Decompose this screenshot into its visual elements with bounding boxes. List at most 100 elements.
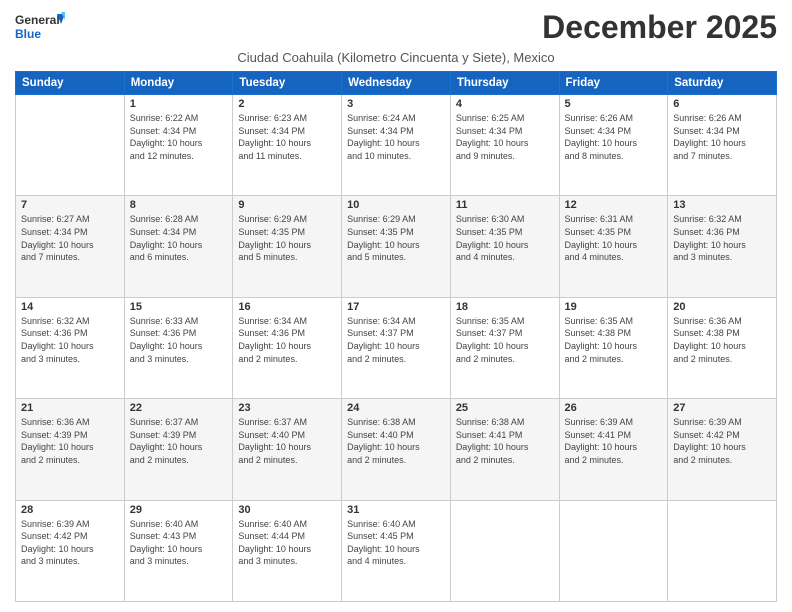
day-number: 12 [565,199,663,211]
cell-5-2: 29 Sunrise: 6:40 AM Sunset: 4:43 PM Dayli… [124,500,233,601]
day-info: Sunrise: 6:37 AM Sunset: 4:40 PM Dayligh… [238,416,336,466]
day-number: 20 [673,301,771,313]
svg-text:General: General [15,13,60,27]
cell-4-5: 25 Sunrise: 6:38 AM Sunset: 4:41 PM Dayli… [450,399,559,500]
header-tuesday: Tuesday [233,72,342,95]
day-info: Sunrise: 6:35 AM Sunset: 4:37 PM Dayligh… [456,315,554,365]
cell-4-1: 21 Sunrise: 6:36 AM Sunset: 4:39 PM Dayli… [16,399,125,500]
cell-1-6: 5Sunrise: 6:26 AM Sunset: 4:34 PM Daylig… [559,95,668,196]
header: General Blue December 2025 [15,10,777,46]
day-info: Sunrise: 6:37 AM Sunset: 4:39 PM Dayligh… [130,416,228,466]
day-info: Sunrise: 6:40 AM Sunset: 4:45 PM Dayligh… [347,518,445,568]
day-info: Sunrise: 6:34 AM Sunset: 4:37 PM Dayligh… [347,315,445,365]
day-number: 2 [238,98,336,110]
cell-2-7: 13Sunrise: 6:32 AM Sunset: 4:36 PM Dayli… [668,196,777,297]
day-info: Sunrise: 6:23 AM Sunset: 4:34 PM Dayligh… [238,112,336,162]
cell-4-7: 27 Sunrise: 6:39 AM Sunset: 4:42 PM Dayli… [668,399,777,500]
day-info: Sunrise: 6:31 AM Sunset: 4:35 PM Dayligh… [565,213,663,263]
day-number: 5 [565,98,663,110]
week-row-4: 21 Sunrise: 6:36 AM Sunset: 4:39 PM Dayli… [16,399,777,500]
svg-text:Blue: Blue [15,27,41,41]
logo-svg: General Blue [15,10,65,46]
day-number: 28 [21,504,119,516]
day-number: 18 [456,301,554,313]
day-info: Sunrise: 6:22 AM Sunset: 4:34 PM Dayligh… [130,112,228,162]
calendar-header-row: SundayMondayTuesdayWednesdayThursdayFrid… [16,72,777,95]
day-number: 7 [21,199,119,211]
cell-4-6: 26 Sunrise: 6:39 AM Sunset: 4:41 PM Dayli… [559,399,668,500]
cell-2-2: 8 Sunrise: 6:28 AM Sunset: 4:34 PM Daylig… [124,196,233,297]
day-info: Sunrise: 6:29 AM Sunset: 4:35 PM Dayligh… [238,213,336,263]
week-row-2: 7 Sunrise: 6:27 AM Sunset: 4:34 PM Daylig… [16,196,777,297]
cell-5-5 [450,500,559,601]
day-info: Sunrise: 6:38 AM Sunset: 4:40 PM Dayligh… [347,416,445,466]
calendar-table: SundayMondayTuesdayWednesdayThursdayFrid… [15,71,777,602]
day-number: 23 [238,402,336,414]
cell-2-1: 7 Sunrise: 6:27 AM Sunset: 4:34 PM Daylig… [16,196,125,297]
cell-3-4: 17 Sunrise: 6:34 AM Sunset: 4:37 PM Dayli… [342,297,451,398]
cell-2-4: 10Sunrise: 6:29 AM Sunset: 4:35 PM Dayli… [342,196,451,297]
cell-3-6: 19Sunrise: 6:35 AM Sunset: 4:38 PM Dayli… [559,297,668,398]
day-number: 14 [21,301,119,313]
day-number: 1 [130,98,228,110]
cell-4-4: 24 Sunrise: 6:38 AM Sunset: 4:40 PM Dayli… [342,399,451,500]
header-sunday: Sunday [16,72,125,95]
cell-1-5: 4 Sunrise: 6:25 AM Sunset: 4:34 PM Daylig… [450,95,559,196]
day-number: 3 [347,98,445,110]
header-thursday: Thursday [450,72,559,95]
day-info: Sunrise: 6:24 AM Sunset: 4:34 PM Dayligh… [347,112,445,162]
day-number: 31 [347,504,445,516]
day-info: Sunrise: 6:39 AM Sunset: 4:41 PM Dayligh… [565,416,663,466]
day-number: 11 [456,199,554,211]
page: General Blue December 2025 Ciudad Coahui… [0,0,792,612]
cell-1-1 [16,95,125,196]
day-info: Sunrise: 6:28 AM Sunset: 4:34 PM Dayligh… [130,213,228,263]
day-info: Sunrise: 6:38 AM Sunset: 4:41 PM Dayligh… [456,416,554,466]
header-monday: Monday [124,72,233,95]
cell-4-3: 23 Sunrise: 6:37 AM Sunset: 4:40 PM Dayli… [233,399,342,500]
cell-3-2: 15 Sunrise: 6:33 AM Sunset: 4:36 PM Dayli… [124,297,233,398]
subtitle: Ciudad Coahuila (Kilometro Cincuenta y S… [15,50,777,65]
day-info: Sunrise: 6:39 AM Sunset: 4:42 PM Dayligh… [673,416,771,466]
day-info: Sunrise: 6:25 AM Sunset: 4:34 PM Dayligh… [456,112,554,162]
week-row-3: 14Sunrise: 6:32 AM Sunset: 4:36 PM Dayli… [16,297,777,398]
day-number: 19 [565,301,663,313]
day-number: 8 [130,199,228,211]
day-info: Sunrise: 6:30 AM Sunset: 4:35 PM Dayligh… [456,213,554,263]
day-number: 27 [673,402,771,414]
header-saturday: Saturday [668,72,777,95]
day-info: Sunrise: 6:33 AM Sunset: 4:36 PM Dayligh… [130,315,228,365]
day-info: Sunrise: 6:27 AM Sunset: 4:34 PM Dayligh… [21,213,119,263]
logo: General Blue [15,10,65,46]
day-number: 30 [238,504,336,516]
cell-1-2: 1 Sunrise: 6:22 AM Sunset: 4:34 PM Daylig… [124,95,233,196]
cell-5-1: 28Sunrise: 6:39 AM Sunset: 4:42 PM Dayli… [16,500,125,601]
day-info: Sunrise: 6:40 AM Sunset: 4:43 PM Dayligh… [130,518,228,568]
month-title: December 2025 [542,10,777,45]
cell-2-3: 9 Sunrise: 6:29 AM Sunset: 4:35 PM Daylig… [233,196,342,297]
day-number: 26 [565,402,663,414]
header-wednesday: Wednesday [342,72,451,95]
day-info: Sunrise: 6:34 AM Sunset: 4:36 PM Dayligh… [238,315,336,365]
cell-5-7 [668,500,777,601]
cell-1-3: 2 Sunrise: 6:23 AM Sunset: 4:34 PM Daylig… [233,95,342,196]
day-number: 9 [238,199,336,211]
cell-1-7: 6Sunrise: 6:26 AM Sunset: 4:34 PM Daylig… [668,95,777,196]
cell-3-5: 18 Sunrise: 6:35 AM Sunset: 4:37 PM Dayli… [450,297,559,398]
cell-5-4: 31 Sunrise: 6:40 AM Sunset: 4:45 PM Dayli… [342,500,451,601]
day-number: 17 [347,301,445,313]
day-number: 24 [347,402,445,414]
cell-2-5: 11 Sunrise: 6:30 AM Sunset: 4:35 PM Dayli… [450,196,559,297]
day-number: 22 [130,402,228,414]
cell-3-1: 14Sunrise: 6:32 AM Sunset: 4:36 PM Dayli… [16,297,125,398]
day-info: Sunrise: 6:32 AM Sunset: 4:36 PM Dayligh… [673,213,771,263]
day-number: 21 [21,402,119,414]
header-friday: Friday [559,72,668,95]
day-info: Sunrise: 6:36 AM Sunset: 4:39 PM Dayligh… [21,416,119,466]
day-number: 15 [130,301,228,313]
day-number: 29 [130,504,228,516]
week-row-1: 1 Sunrise: 6:22 AM Sunset: 4:34 PM Daylig… [16,95,777,196]
day-number: 4 [456,98,554,110]
cell-5-3: 30Sunrise: 6:40 AM Sunset: 4:44 PM Dayli… [233,500,342,601]
day-number: 25 [456,402,554,414]
